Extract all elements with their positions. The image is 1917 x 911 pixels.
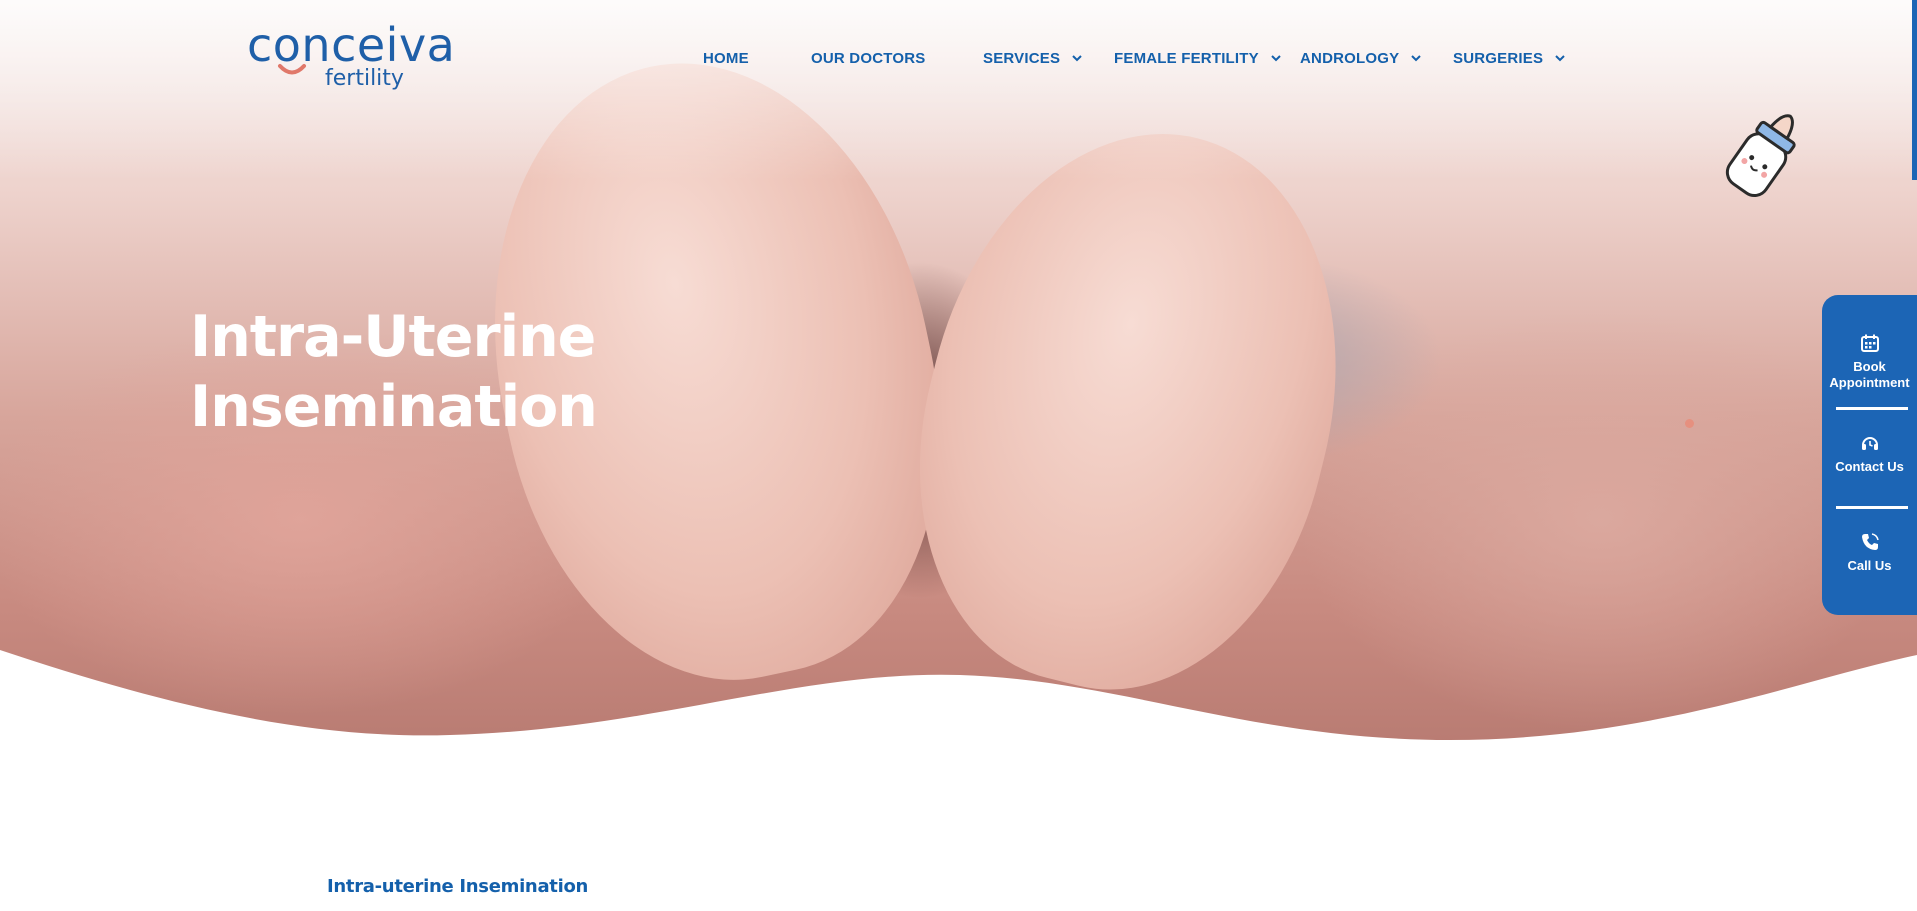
nav-our-doctors-label: OUR DOCTORS (811, 49, 926, 67)
chevron-down-icon[interactable] (1553, 51, 1567, 65)
baby-foot-right (868, 89, 1392, 731)
hero-title-line2: Insemination (190, 374, 598, 440)
call-us-button[interactable]: Call Us (1822, 532, 1917, 574)
side-divider (1836, 506, 1908, 509)
chevron-down-icon[interactable] (1070, 51, 1084, 65)
nav-female-fertility[interactable]: FEMALE FERTILITY (1114, 46, 1283, 70)
nav-surgeries[interactable]: SURGERIES (1453, 46, 1567, 70)
nav-andrology[interactable]: ANDROLOGY (1300, 46, 1423, 70)
decorative-dot (1685, 419, 1694, 428)
book-appointment-button[interactable]: Book Appointment (1822, 333, 1917, 391)
quick-actions-panel: Book Appointment Contact Us Call Us (1822, 295, 1917, 615)
logo-tagline: fertility (325, 66, 404, 91)
nav-services[interactable]: SERVICES (983, 46, 1084, 70)
hero-wave-divider (0, 650, 1917, 760)
chevron-down-icon[interactable] (1409, 51, 1423, 65)
nav-our-doctors[interactable]: OUR DOCTORS (811, 46, 925, 70)
nav-andrology-label: ANDROLOGY (1300, 49, 1400, 67)
nav-female-fertility-label: FEMALE FERTILITY (1114, 49, 1259, 67)
nav-home-label: HOME (703, 49, 749, 67)
baby-bottle-icon (1725, 114, 1796, 198)
section-title: Intra-uterine Insemination (327, 876, 589, 897)
chevron-down-icon[interactable] (1269, 51, 1283, 65)
call-us-label: Call Us (1847, 558, 1892, 573)
logo-smile-icon (278, 64, 306, 75)
nav-surgeries-label: SURGERIES (1453, 49, 1544, 67)
side-divider (1836, 407, 1908, 410)
hero-title-line1: Intra-Uterine (190, 304, 596, 370)
brand-logo[interactable]: conceiva fertility (247, 18, 487, 98)
hero-title: Intra-Uterine Insemination (190, 302, 598, 442)
nav-home[interactable]: HOME (703, 46, 749, 70)
headset-icon (1861, 437, 1878, 450)
nav-services-label: SERVICES (983, 49, 1061, 67)
phone-icon (1861, 533, 1879, 550)
contact-us-label: Contact Us (1835, 459, 1904, 474)
calendar-icon (1860, 334, 1879, 352)
book-appointment-label: Book Appointment (1829, 359, 1910, 390)
scrollbar-thumb[interactable] (1912, 0, 1917, 180)
contact-us-button[interactable]: Contact Us (1822, 433, 1917, 475)
